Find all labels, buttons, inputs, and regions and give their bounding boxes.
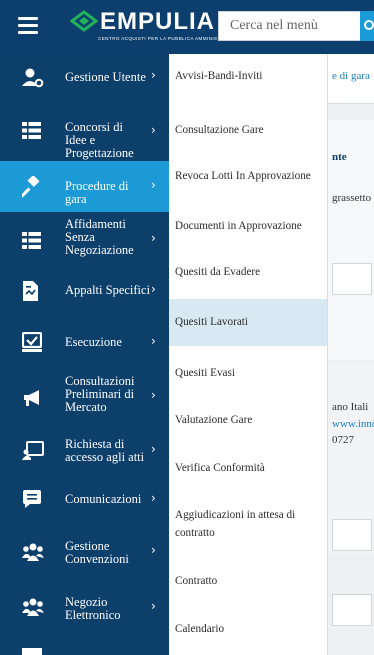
sidebar-item-label: Richiesta di accesso agli atti bbox=[65, 437, 145, 464]
chevron-right-icon: › bbox=[151, 388, 156, 402]
sidebar-item-label: Esecuzione bbox=[65, 335, 122, 349]
submenu-item-label: Aggiudicazioni in attesa di contratto bbox=[175, 509, 296, 539]
hamburger-menu-icon[interactable] bbox=[18, 17, 38, 35]
partial-icon bbox=[22, 648, 42, 655]
megaphone-icon bbox=[24, 390, 39, 406]
info-link[interactable]: www.inno bbox=[332, 418, 374, 430]
panel-note: grassetto bbox=[332, 192, 372, 204]
submenu-item-label: Quesiti Lavorati bbox=[175, 316, 249, 328]
sidebar-item-gestione-utente[interactable]: Gestione Utente › bbox=[0, 54, 169, 101]
search-icon bbox=[364, 20, 374, 30]
sidebar-item-esecuzione[interactable]: Esecuzione › bbox=[0, 315, 169, 368]
sidebar-item-label: Gestione Convenzioni bbox=[65, 539, 129, 566]
procedure-di-gara-submenu: Avvisi-Bandi-Inviti Consultazione Gare R… bbox=[169, 54, 328, 655]
submenu-item-verifica-conformita[interactable]: Verifica Conformità bbox=[169, 459, 327, 479]
info-text-2: 0727 bbox=[332, 434, 354, 446]
sidebar-item-label: Negozio Elettronico bbox=[65, 595, 121, 622]
sidebar-item-negozio-elettronico[interactable]: Negozio Elettronico › bbox=[0, 580, 169, 636]
submenu-item-label: Quesiti Evasi bbox=[175, 367, 235, 379]
breadcrumb-link[interactable]: e di gara bbox=[332, 70, 370, 82]
chevron-right-icon: › bbox=[151, 599, 156, 613]
submenu-item-documenti-in-approvazione[interactable]: Documenti in Approvazione bbox=[169, 217, 327, 237]
search-button[interactable] bbox=[360, 11, 374, 41]
sidebar-item-label: Appalti Specifici bbox=[65, 283, 151, 297]
user-gear-icon bbox=[22, 68, 44, 88]
chevron-right-icon: › bbox=[151, 334, 156, 348]
submenu-item-contratto[interactable]: Contratto bbox=[169, 572, 327, 592]
submenu-item-avvisi-bandi-inviti[interactable]: Avvisi-Bandi-Inviti bbox=[169, 67, 327, 87]
main-sidebar: Gestione Utente › Concorsi di Idee e Pro… bbox=[0, 54, 169, 655]
submenu-item-quesiti-evasi[interactable]: Quesiti Evasi bbox=[169, 364, 327, 384]
info-input[interactable] bbox=[332, 519, 372, 551]
top-header: EMPULIA CENTRO ACQUISTI PER LA PUBBLICA … bbox=[0, 0, 374, 54]
chevron-right-icon: › bbox=[151, 543, 156, 557]
check-box-icon bbox=[22, 332, 42, 352]
submenu-item-label: Calendario bbox=[175, 623, 225, 635]
chevron-right-icon: › bbox=[151, 231, 156, 245]
submenu-item-quesiti-da-evadere[interactable]: Quesiti da Evadere bbox=[169, 263, 327, 283]
sidebar-item-accesso-atti[interactable]: Richiesta di accesso agli atti › bbox=[0, 426, 169, 476]
sidebar-item-affidamenti[interactable]: Affidamenti Senza Negoziazione › bbox=[0, 212, 169, 268]
submenu-item-calendario[interactable]: Calendario bbox=[169, 620, 327, 640]
submenu-item-label: Avvisi-Bandi-Inviti bbox=[175, 70, 263, 82]
sidebar-item-gestione-convenzioni[interactable]: Gestione Convenzioni › bbox=[0, 524, 169, 580]
empulia-logo[interactable]: EMPULIA CENTRO ACQUISTI PER LA PUBBLICA … bbox=[70, 6, 244, 46]
submenu-item-label: Verifica Conformità bbox=[175, 462, 265, 474]
list-icon bbox=[22, 232, 41, 249]
background-content: e di gara nte grassetto ano Itali www.in… bbox=[328, 54, 374, 655]
chevron-right-icon: › bbox=[151, 442, 156, 456]
sidebar-item-label: Gestione Utente bbox=[65, 70, 146, 84]
logo-text: EMPULIA bbox=[100, 8, 215, 35]
message-icon bbox=[23, 490, 41, 508]
sidebar-item-concorsi[interactable]: Concorsi di Idee e Progettazione › bbox=[0, 101, 169, 161]
chevron-right-icon: › bbox=[151, 68, 156, 82]
info-text-1: ano Itali bbox=[332, 401, 369, 413]
sidebar-item-consultazioni[interactable]: Consultazioni Preliminari di Mercato › bbox=[0, 368, 169, 426]
logo-mark-icon bbox=[70, 10, 98, 32]
gavel-icon bbox=[22, 176, 40, 198]
submenu-item-quesiti-lavorati[interactable]: Quesiti Lavorati bbox=[169, 299, 327, 346]
submenu-item-label: Consultazione Gare bbox=[175, 124, 264, 136]
submenu-item-aggiudicazioni[interactable]: Aggiudicazioni in attesa di contratto bbox=[169, 506, 327, 546]
sidebar-item-label: Affidamenti Senza Negoziazione bbox=[65, 217, 134, 257]
submenu-item-label: Valutazione Gare bbox=[175, 414, 253, 426]
chevron-right-icon: › bbox=[151, 178, 156, 192]
submenu-item-valutazione-gare[interactable]: Valutazione Gare bbox=[169, 411, 327, 431]
document-chart-icon bbox=[23, 281, 38, 301]
panel-input[interactable] bbox=[332, 263, 372, 295]
submenu-item-revoca-lotti[interactable]: Revoca Lotti In Approvazione bbox=[169, 167, 327, 187]
sidebar-item-partial[interactable] bbox=[0, 636, 169, 655]
submenu-item-label: Revoca Lotti In Approvazione bbox=[175, 170, 311, 182]
submenu-item-label: Quesiti da Evadere bbox=[175, 266, 261, 278]
sidebar-item-comunicazioni[interactable]: Comunicazioni › bbox=[0, 476, 169, 524]
bottom-input[interactable] bbox=[332, 594, 372, 626]
list-icon bbox=[22, 122, 41, 139]
sidebar-item-label: Consultazioni Preliminari di Mercato bbox=[65, 374, 135, 414]
sidebar-item-appalti-specifici[interactable]: Appalti Specifici › bbox=[0, 268, 169, 315]
menu-search-input[interactable]: Cerca nel menù bbox=[218, 11, 360, 41]
presentation-icon bbox=[22, 441, 44, 460]
submenu-item-label: Contratto bbox=[175, 575, 218, 587]
sidebar-item-procedure-di-gara[interactable]: Procedure di gara › bbox=[0, 161, 169, 212]
chevron-right-icon: › bbox=[151, 123, 156, 137]
group-icon bbox=[22, 543, 44, 561]
group-icon bbox=[22, 598, 44, 616]
sidebar-item-label: Comunicazioni bbox=[65, 492, 142, 506]
panel-heading: nte bbox=[332, 151, 347, 163]
submenu-item-label: Documenti in Approvazione bbox=[175, 220, 302, 232]
sidebar-item-label: Concorsi di Idee e Progettazione bbox=[65, 120, 134, 160]
submenu-item-consultazione-gare[interactable]: Consultazione Gare bbox=[169, 121, 327, 141]
chevron-right-icon: › bbox=[151, 282, 156, 296]
chevron-right-icon: › bbox=[151, 491, 156, 505]
sidebar-item-label: Procedure di gara bbox=[65, 179, 129, 206]
